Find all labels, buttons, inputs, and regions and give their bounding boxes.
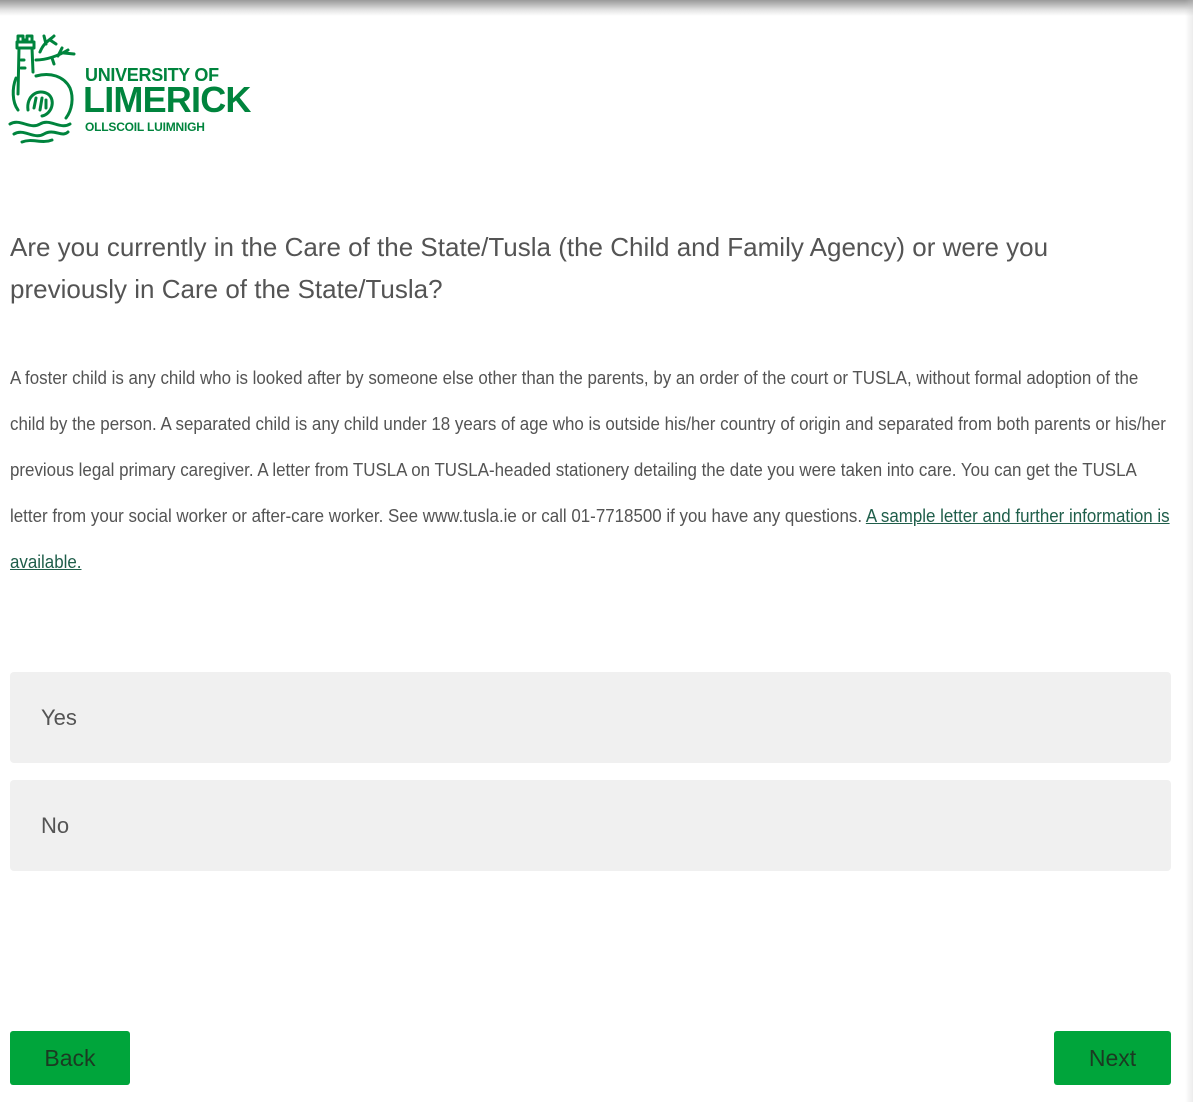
right-edge-shadow bbox=[1185, 0, 1193, 1102]
question-title: Are you currently in the Care of the Sta… bbox=[10, 232, 1049, 304]
option-yes[interactable]: Yes bbox=[10, 672, 1171, 763]
option-no-label: No bbox=[41, 812, 70, 838]
logo-text-limerick: LIMERICK bbox=[83, 79, 251, 120]
question-description: A foster child is any child who is looke… bbox=[10, 355, 1171, 585]
ul-crest-icon bbox=[8, 34, 76, 144]
next-button[interactable]: Next bbox=[1054, 1031, 1171, 1085]
back-button[interactable]: Back bbox=[10, 1031, 130, 1085]
top-shadow bbox=[0, 0, 1193, 16]
university-logo: UNIVERSITY OF LIMERICK OLLSCOIL LUIMNIGH bbox=[6, 32, 266, 147]
description-text: A foster child is any child who is looke… bbox=[10, 368, 1166, 526]
logo-text-ollscoil: OLLSCOIL LUIMNIGH bbox=[85, 120, 205, 134]
option-no[interactable]: No bbox=[10, 780, 1171, 871]
option-yes-label: Yes bbox=[41, 704, 77, 730]
